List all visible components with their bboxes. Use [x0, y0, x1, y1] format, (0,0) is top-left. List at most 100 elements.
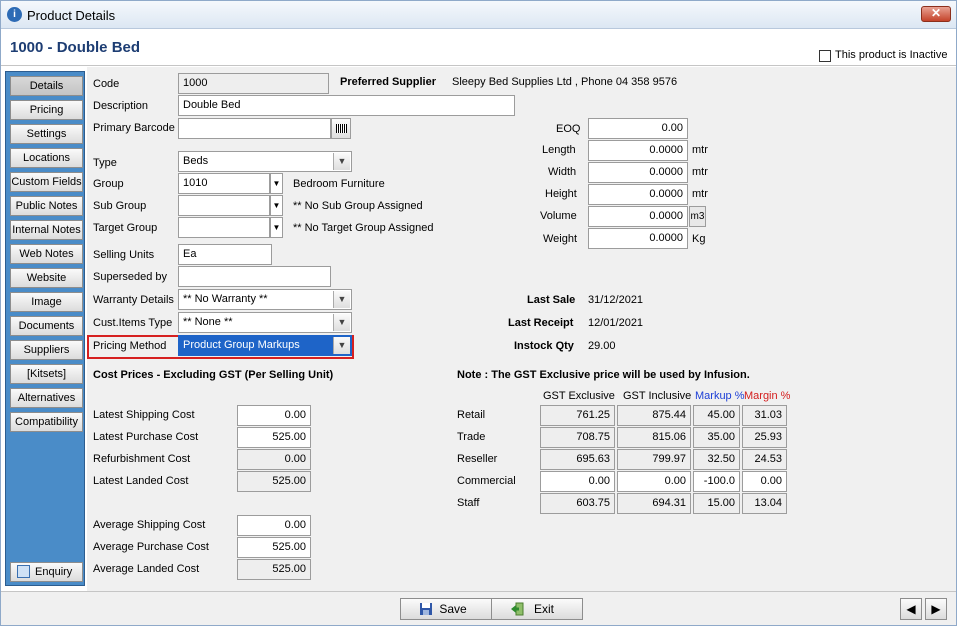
- tab-public-notes[interactable]: Public Notes: [10, 196, 83, 216]
- commercial-ex-field[interactable]: 0.00: [540, 471, 615, 492]
- type-value: Beds: [183, 155, 209, 167]
- average-landed-cost-field: 525.00: [237, 559, 311, 580]
- barcode-field[interactable]: [178, 118, 331, 139]
- tab-suppliers[interactable]: Suppliers: [10, 340, 83, 360]
- group-label: Group: [93, 178, 124, 190]
- price-row-label: Staff: [457, 497, 480, 509]
- tab-details[interactable]: Details: [10, 76, 83, 96]
- selling-units-field[interactable]: Ea: [178, 244, 272, 265]
- staff-ex-field: 603.75: [540, 493, 615, 514]
- product-details-window: i Product Details ✕ 1000 - Double Bed Th…: [0, 0, 957, 626]
- tab-kitsets[interactable]: [Kitsets]: [10, 364, 83, 384]
- close-button[interactable]: ✕: [921, 6, 951, 22]
- tab-image[interactable]: Image: [10, 292, 83, 312]
- code-label: Code: [93, 78, 120, 90]
- cost-label: Latest Shipping Cost: [93, 409, 195, 421]
- reseller-ex-field: 695.63: [540, 449, 615, 470]
- group-field[interactable]: 1010: [178, 173, 270, 194]
- preferred-supplier-value: Sleepy Bed Supplies Ltd , Phone 04 358 9…: [452, 76, 678, 88]
- commercial-margin-field[interactable]: 0.00: [742, 471, 787, 492]
- height-unit: mtr: [692, 188, 708, 200]
- group-dropdown-icon[interactable]: ▼: [270, 173, 283, 194]
- trade-inc-field: 815.06: [617, 427, 691, 448]
- targetgroup-field[interactable]: [178, 217, 270, 238]
- product-header: 1000 - Double Bed This product is Inacti…: [1, 30, 956, 66]
- subgroup-field[interactable]: [178, 195, 270, 216]
- tab-alternatives[interactable]: Alternatives: [10, 388, 83, 408]
- width-field[interactable]: 0.0000: [588, 162, 688, 183]
- targetgroup-label: Target Group: [93, 222, 158, 234]
- tab-documents[interactable]: Documents: [10, 316, 83, 336]
- inactive-checkbox[interactable]: [819, 50, 831, 62]
- commercial-inc-field[interactable]: 0.00: [617, 471, 691, 492]
- height-field[interactable]: 0.0000: [588, 184, 688, 205]
- volume-field[interactable]: 0.0000: [588, 206, 688, 227]
- average-shipping-cost-field[interactable]: 0.00: [237, 515, 311, 536]
- instock-label: Instock Qty: [514, 340, 574, 352]
- staff-markup-field: 15.00: [693, 493, 740, 514]
- pricing-method-select[interactable]: Product Group Markups ▼: [178, 335, 352, 356]
- latest-landed-cost-field: 525.00: [237, 471, 311, 492]
- weight-field[interactable]: 0.0000: [588, 228, 688, 249]
- save-button[interactable]: Save: [400, 598, 492, 620]
- tab-custom-fields[interactable]: Custom Fields: [10, 172, 83, 192]
- pricing-method-value: Product Group Markups: [183, 339, 300, 351]
- retail-inc-field: 875.44: [617, 405, 691, 426]
- description-label: Description: [93, 100, 149, 112]
- chevron-down-icon: ▼: [333, 314, 350, 331]
- custitems-value: ** None **: [183, 316, 233, 328]
- last-sale-label: Last Sale: [527, 294, 576, 306]
- latest-shipping-cost-field[interactable]: 0.00: [237, 405, 311, 426]
- superseded-field[interactable]: [178, 266, 331, 287]
- volume-label: Volume: [540, 210, 577, 222]
- tab-settings[interactable]: Settings: [10, 124, 83, 144]
- custitems-select[interactable]: ** None ** ▼: [178, 312, 352, 333]
- tab-locations[interactable]: Locations: [10, 148, 83, 168]
- latest-purchase-cost-field[interactable]: 525.00: [237, 427, 311, 448]
- width-label: Width: [548, 166, 577, 178]
- enquiry-button[interactable]: Enquiry: [10, 562, 83, 582]
- weight-label: Weight: [543, 233, 578, 245]
- staff-inc-field: 694.31: [617, 493, 691, 514]
- average-purchase-cost-field[interactable]: 525.00: [237, 537, 311, 558]
- tab-website[interactable]: Website: [10, 268, 83, 288]
- subgroup-dropdown-icon[interactable]: ▼: [270, 195, 283, 216]
- previous-record-button[interactable]: ◀: [900, 598, 922, 620]
- page-title: 1000 - Double Bed: [10, 39, 141, 56]
- inactive-label: This product is Inactive: [835, 49, 948, 61]
- subgroup-name: ** No Sub Group Assigned: [293, 200, 423, 212]
- barcode-button[interactable]: [331, 118, 351, 139]
- type-select[interactable]: Beds ▼: [178, 151, 352, 172]
- warranty-select[interactable]: ** No Warranty ** ▼: [178, 289, 352, 310]
- tab-pricing[interactable]: Pricing: [10, 100, 83, 120]
- pricing-method-label: Pricing Method: [93, 340, 167, 352]
- subgroup-label: Sub Group: [93, 200, 147, 212]
- sidebar: Details Pricing Settings Locations Custo…: [5, 71, 85, 586]
- eoq-field[interactable]: 0.00: [588, 118, 688, 139]
- price-col-header: GST Inclusive: [623, 390, 692, 402]
- exit-button[interactable]: Exit: [491, 598, 583, 620]
- instock-value: 29.00: [588, 340, 616, 352]
- height-label: Height: [545, 188, 577, 200]
- exit-icon: [511, 602, 524, 616]
- commercial-markup-field[interactable]: -100.0: [693, 471, 740, 492]
- trade-ex-field: 708.75: [540, 427, 615, 448]
- trade-markup-field: 35.00: [693, 427, 740, 448]
- tab-internal-notes[interactable]: Internal Notes: [10, 220, 83, 240]
- targetgroup-dropdown-icon[interactable]: ▼: [270, 217, 283, 238]
- next-record-button[interactable]: ▶: [925, 598, 947, 620]
- chevron-down-icon: ▼: [333, 337, 350, 354]
- warranty-value: ** No Warranty **: [183, 293, 268, 305]
- retail-markup-field: 45.00: [693, 405, 740, 426]
- chevron-down-icon: ▼: [333, 153, 350, 170]
- staff-margin-field: 13.04: [742, 493, 787, 514]
- tab-compatibility[interactable]: Compatibility: [10, 412, 83, 432]
- gst-note: Note : The GST Exclusive price will be u…: [457, 369, 750, 381]
- code-field[interactable]: 1000: [178, 73, 329, 94]
- chevron-down-icon: ▼: [333, 291, 350, 308]
- length-field[interactable]: 0.0000: [588, 140, 688, 161]
- trade-margin-field: 25.93: [742, 427, 787, 448]
- superseded-label: Superseded by: [93, 271, 167, 283]
- description-field[interactable]: Double Bed: [178, 95, 515, 116]
- tab-web-notes[interactable]: Web Notes: [10, 244, 83, 264]
